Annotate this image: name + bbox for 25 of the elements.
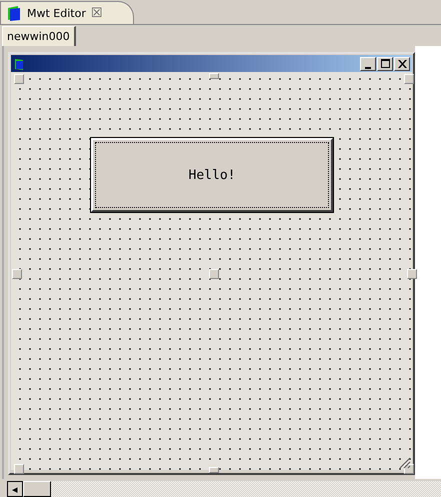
resize-grip-icon[interactable] xyxy=(399,457,411,469)
scroll-left-button[interactable]: ◂ xyxy=(7,481,23,497)
close-button[interactable]: ☒ xyxy=(90,6,103,20)
maximize-button[interactable] xyxy=(377,56,393,70)
selection-handle[interactable] xyxy=(404,74,414,84)
close-button[interactable] xyxy=(394,56,410,70)
selection-handle[interactable] xyxy=(12,269,22,279)
close-icon xyxy=(396,58,408,70)
editor-tab[interactable]: Mwt Editor ☒ xyxy=(0,1,134,24)
minimize-button[interactable] xyxy=(360,56,376,70)
selection-handle[interactable] xyxy=(209,73,219,79)
maximize-icon xyxy=(379,58,391,70)
selection-handle[interactable] xyxy=(407,269,417,279)
selection-handle[interactable] xyxy=(14,74,24,84)
selection-handle[interactable] xyxy=(209,269,219,279)
hello-button[interactable]: Hello! xyxy=(91,138,333,212)
selection-handle[interactable] xyxy=(14,464,24,474)
scroll-thumb[interactable] xyxy=(23,481,51,497)
cube-icon xyxy=(6,5,22,21)
window-icon xyxy=(13,58,25,70)
minimize-icon xyxy=(365,66,371,68)
tab-title: Mwt Editor xyxy=(27,6,86,20)
selection-handle[interactable] xyxy=(209,467,219,473)
page-tab[interactable]: newwin000 xyxy=(2,26,76,46)
horizontal-scrollbar[interactable]: ◂ xyxy=(7,481,441,497)
